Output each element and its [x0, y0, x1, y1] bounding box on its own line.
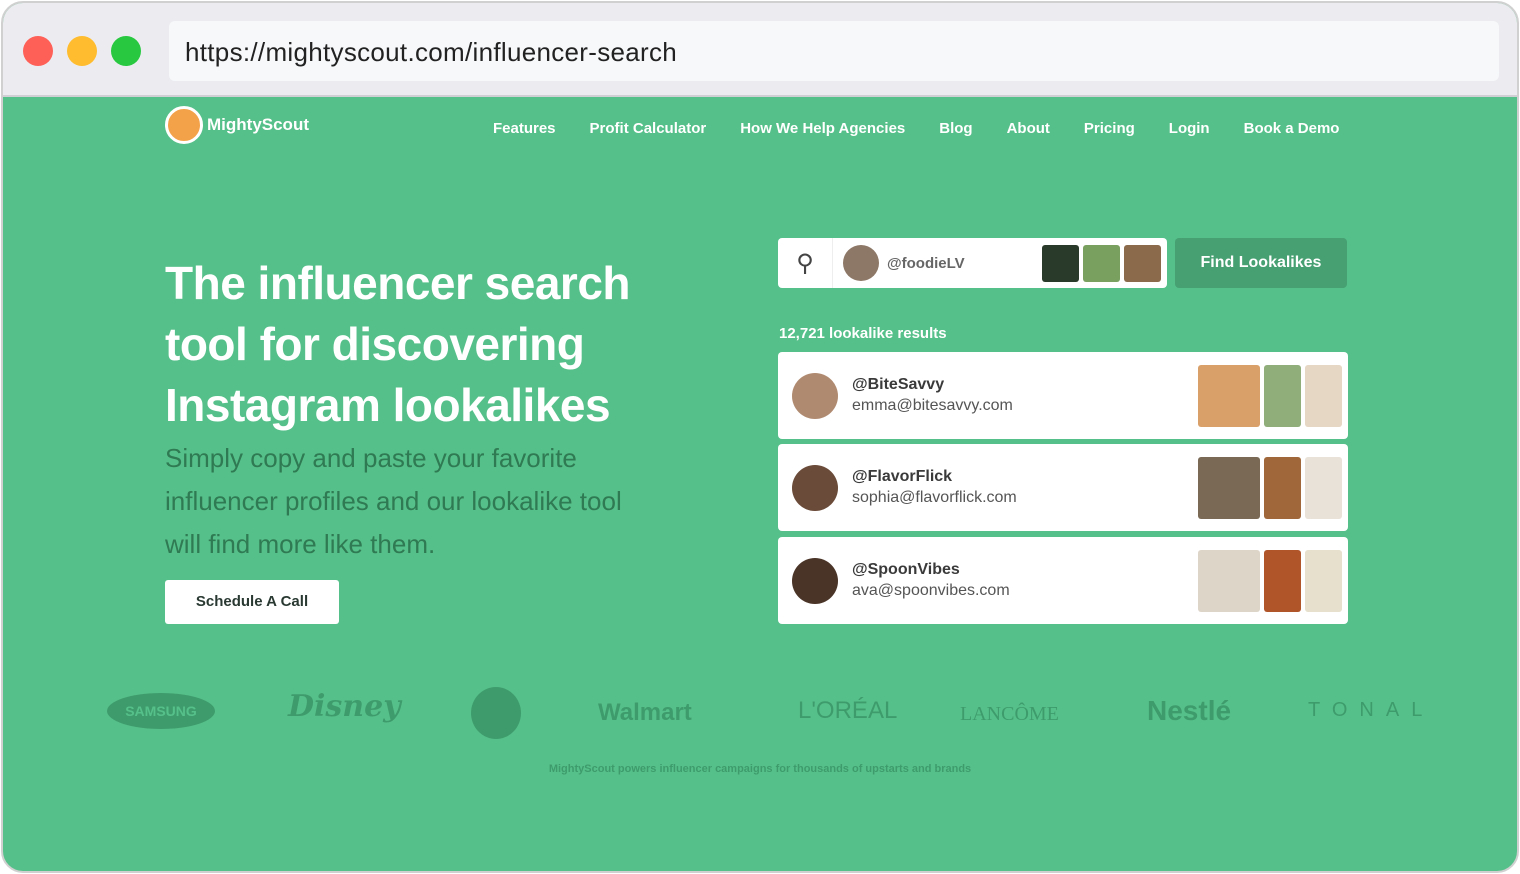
avatar — [792, 557, 838, 604]
result-email: sophia@flavorflick.com — [852, 489, 1017, 506]
nav-pricing[interactable]: Pricing — [1084, 120, 1135, 137]
hero-title: The influencer search tool for discoveri… — [165, 257, 631, 431]
browser-chrome: https://mightyscout.com/influencer-searc… — [3, 3, 1517, 97]
browser-window: https://mightyscout.com/influencer-searc… — [1, 1, 1519, 873]
search-handle: @foodieLV — [887, 254, 965, 272]
search-icon: ⚲ — [778, 238, 833, 288]
dog-logo-icon — [165, 106, 203, 144]
lancome-logo: LANCÔME — [960, 703, 1059, 725]
nav-book-demo[interactable]: Book a Demo — [1244, 120, 1340, 137]
brand-logo[interactable]: MightyScout — [165, 106, 309, 144]
result-handle: @BiteSavvy — [852, 376, 945, 393]
loreal-logo: L'ORÉAL — [798, 697, 898, 724]
footer-text: MightyScout powers influencer campaigns … — [548, 763, 972, 775]
tonal-logo: TONAL — [1308, 699, 1435, 721]
top-nav: MightyScout Features Profit Calculator H… — [3, 103, 1517, 153]
avatar — [843, 245, 879, 281]
nav-agencies[interactable]: How We Help Agencies — [740, 120, 905, 137]
result-card[interactable]: @BiteSavvy emma@bitesavvy.com — [778, 352, 1348, 439]
result-card[interactable]: @SpoonVibes ava@spoonvibes.com — [778, 537, 1348, 624]
schedule-call-button[interactable]: Schedule A Call — [165, 580, 339, 624]
minimize-window-button[interactable] — [67, 36, 97, 66]
result-email: emma@bitesavvy.com — [852, 397, 1013, 414]
disney-logo: Disney — [288, 689, 401, 724]
nav-features[interactable]: Features — [493, 120, 556, 137]
walmart-logo: Walmart — [598, 699, 692, 726]
hero-subtitle: Simply copy and paste your favorite infl… — [165, 443, 622, 559]
nav-blog[interactable]: Blog — [939, 120, 972, 137]
search-input[interactable]: ⚲ @foodieLV — [778, 238, 1167, 288]
nestle-logo: Nestlé — [1147, 695, 1232, 726]
result-card[interactable]: @FlavorFlick sophia@flavorflick.com — [778, 444, 1348, 531]
find-lookalikes-button[interactable]: Find Lookalikes — [1175, 238, 1347, 288]
maximize-window-button[interactable] — [111, 36, 141, 66]
nav-profit-calculator[interactable]: Profit Calculator — [590, 120, 707, 137]
result-handle: @SpoonVibes — [852, 561, 960, 578]
result-handle: @FlavorFlick — [852, 468, 953, 485]
nav-about[interactable]: About — [1007, 120, 1050, 137]
address-bar[interactable]: https://mightyscout.com/influencer-searc… — [169, 21, 1499, 81]
close-window-button[interactable] — [23, 36, 53, 66]
nav-login[interactable]: Login — [1169, 120, 1210, 137]
brand-logos: SAMSUNG Disney Walmart L'ORÉAL LANCÔME N… — [3, 687, 1517, 743]
results-count: 12,721 lookalike results — [779, 325, 947, 342]
starbucks-logo — [471, 687, 521, 739]
result-email: ava@spoonvibes.com — [852, 582, 1010, 599]
avatar — [792, 464, 838, 511]
samsung-logo: SAMSUNG — [107, 693, 215, 729]
brand-name: MightyScout — [207, 115, 309, 134]
avatar — [792, 372, 838, 419]
